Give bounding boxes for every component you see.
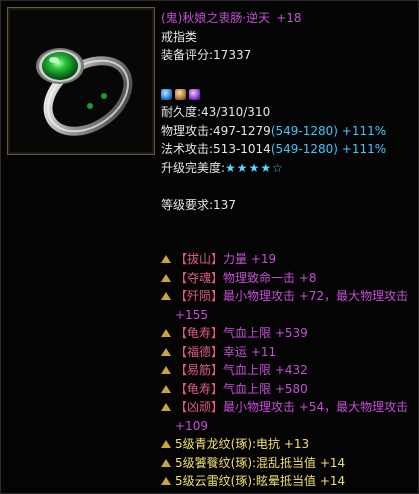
- durability-label: 耐久度:: [161, 105, 202, 119]
- bullet-icon: [161, 347, 171, 356]
- mag-atk-base: 513-1014: [213, 142, 271, 156]
- level-req-label: 等级要求:: [161, 197, 214, 212]
- bullet-icon: [161, 477, 171, 485]
- item-enhance: +18: [276, 11, 302, 25]
- attribute-prefix: 【福德】: [175, 344, 224, 359]
- upgrade-line: 升级完美度:★★★★☆: [161, 159, 410, 178]
- item-score: 17337: [213, 48, 252, 62]
- phys-atk-pct: +111%: [341, 123, 387, 138]
- durability-line: 耐久度:43/310/310: [161, 103, 410, 122]
- attribute-row: 【龟寿】气血上限 +539: [161, 324, 412, 343]
- blue-gem-icon[interactable]: [161, 88, 172, 100]
- attribute-prefix: 【拔山】: [175, 252, 224, 266]
- attribute-row: 【福德】幸运 +11: [161, 343, 412, 362]
- phys-atk-bonus: (549-1280): [270, 123, 338, 138]
- mag-atk-pct: +111%: [341, 142, 387, 156]
- phys-atk-base: 497-1279: [213, 123, 271, 138]
- bronze-gem-icon[interactable]: [175, 88, 186, 100]
- upgrade-stars: ★★★★☆: [225, 161, 284, 175]
- item-tooltip: (鬼)秋娘之衷肠·逆天 +18 戒指类 装备评分:17337 耐久度:43/310…: [0, 0, 419, 494]
- bullet-icon: [161, 440, 171, 448]
- phys-atk-line: 物理攻击:497-1279(549-1280) +111%: [161, 122, 410, 141]
- pattern-text: 5级青龙纹(琢):电抗 +13: [175, 437, 310, 451]
- bullet-icon: [161, 458, 171, 467]
- item-score-label: 装备评分:: [161, 48, 214, 62]
- bullet-icon: [161, 366, 171, 374]
- level-req-line: 等级要求:137: [161, 196, 410, 215]
- mag-atk-line: 法术攻击:513-1014(549-1280) +111%: [161, 140, 410, 159]
- item-type: 戒指类: [161, 29, 198, 44]
- mag-atk-label: 法术攻击:: [161, 142, 214, 156]
- pattern-row: 5级饕餮纹(琢):混乱抵当值 +14: [161, 454, 412, 473]
- attribute-row: 【夺魂】物理致命一击 +8: [161, 269, 412, 288]
- phys-atk-label: 物理攻击:: [161, 123, 214, 138]
- attribute-text: 幸运 +11: [223, 344, 277, 359]
- level-req-value: 137: [213, 197, 236, 212]
- item-name: (鬼)秋娘之衷肠·逆天: [161, 11, 271, 25]
- attribute-text: 气血上限 +580: [223, 381, 308, 396]
- durability-value: 43/310/310: [201, 105, 271, 119]
- gem-sockets: [161, 85, 410, 103]
- bullet-icon: [161, 384, 171, 393]
- pattern-row: 5级青龙纹(琢):电抗 +13: [161, 435, 412, 454]
- attribute-row: 【凶顽】最小物理攻击 +54，最大物理攻击 +109: [161, 398, 412, 435]
- jade-ring-icon: [36, 48, 133, 136]
- attribute-text: 气血上限 +539: [223, 326, 308, 340]
- pattern-row: 5级云雷纹(琢):眩晕抵当值 +14: [161, 472, 412, 491]
- attribute-row: 【易筋】气血上限 +432: [161, 361, 412, 380]
- bullet-icon: [161, 273, 171, 282]
- bullet-icon: [161, 403, 171, 411]
- attribute-row: 【歼陨】最小物理攻击 +72，最大物理攻击 +155: [161, 287, 412, 324]
- attribute-text: 力量 +19: [223, 252, 277, 266]
- upgrade-stars-empty: ☆: [272, 160, 284, 175]
- pattern-text: 5级云雷纹(琢):眩晕抵当值 +14: [175, 474, 346, 488]
- item-info: (鬼)秋娘之衷肠·逆天 +18 戒指类 装备评分:17337 耐久度:43/310…: [161, 9, 410, 214]
- attribute-list: 【拔山】力量 +19 【夺魂】物理致命一击 +8 【歼陨】最小物理攻击 +72，…: [161, 250, 412, 491]
- attribute-prefix: 【歼陨】: [175, 289, 224, 303]
- bullet-icon: [161, 329, 171, 337]
- attribute-prefix: 【龟寿】: [175, 381, 224, 396]
- attribute-row: 【拔山】力量 +19: [161, 250, 412, 269]
- mag-atk-bonus: (549-1280): [270, 142, 338, 156]
- item-icon-frame[interactable]: [7, 7, 155, 155]
- attribute-text: 物理致命一击 +8: [223, 270, 317, 285]
- attribute-prefix: 【凶顽】: [175, 400, 224, 414]
- bullet-icon: [161, 255, 171, 263]
- attribute-prefix: 【易筋】: [175, 363, 224, 377]
- attribute-row: 【龟寿】气血上限 +580: [161, 380, 412, 399]
- bullet-icon: [161, 292, 171, 300]
- attribute-text: 气血上限 +432: [223, 363, 308, 377]
- purple-gem-icon[interactable]: [189, 88, 200, 100]
- upgrade-label: 升级完美度:: [161, 160, 226, 175]
- upgrade-stars-filled: ★★★★: [225, 160, 273, 175]
- item-name-line: (鬼)秋娘之衷肠·逆天 +18: [161, 9, 410, 28]
- pattern-text: 5级饕餮纹(琢):混乱抵当值 +14: [175, 455, 346, 470]
- attribute-prefix: 【夺魂】: [175, 270, 224, 285]
- attribute-prefix: 【龟寿】: [175, 326, 224, 340]
- item-score-line: 装备评分:17337: [161, 46, 410, 65]
